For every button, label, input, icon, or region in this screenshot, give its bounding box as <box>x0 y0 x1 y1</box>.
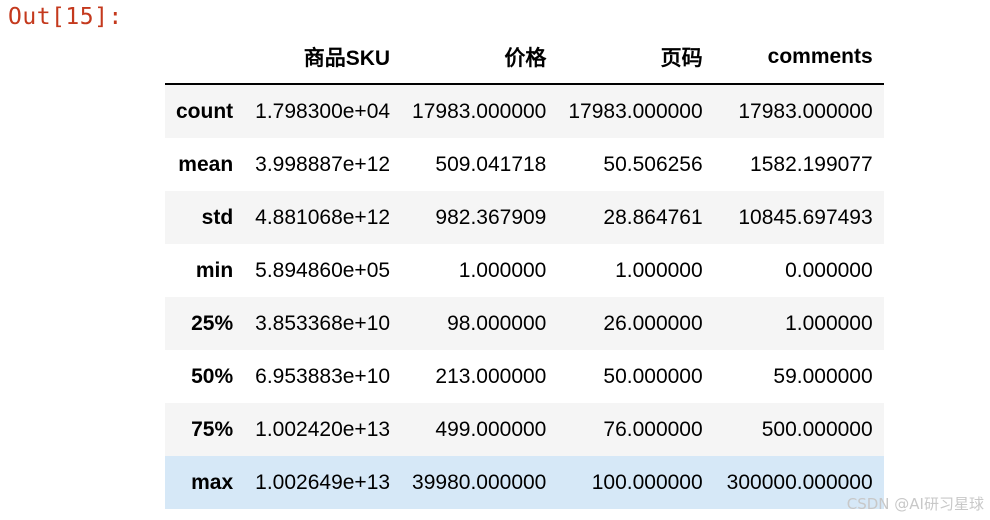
table-cell: 6.953883e+10 <box>255 364 391 388</box>
table-cell: 1.002649e+13 <box>255 470 391 494</box>
column-header-sku: 商品SKU <box>303 46 391 70</box>
table-cell: 100.000000 <box>591 470 703 494</box>
table-cell: 28.864761 <box>603 205 703 229</box>
column-header-price: 价格 <box>504 46 547 70</box>
row-index: count <box>176 99 234 123</box>
table-cell: 1.000000 <box>785 311 873 335</box>
table-cell: 17983.000000 <box>412 99 547 123</box>
column-header-comments: comments <box>767 44 873 68</box>
table-cell: 0.000000 <box>785 258 873 282</box>
table-cell: 59.000000 <box>773 364 873 388</box>
table-cell: 10845.697493 <box>738 205 873 229</box>
table-cell: 500.000000 <box>761 417 873 441</box>
table-cell: 76.000000 <box>603 417 703 441</box>
output-prompt: Out[15]: <box>8 4 123 30</box>
row-index: std <box>201 205 234 229</box>
table-cell: 1.002420e+13 <box>255 417 391 441</box>
table-cell: 509.041718 <box>435 152 547 176</box>
table-row: mean 3.998887e+12 509.041718 50.506256 1… <box>165 138 884 191</box>
table-cell: 3.853368e+10 <box>255 311 391 335</box>
table-cell: 26.000000 <box>603 311 703 335</box>
header-row: 商品SKU 价格 页码 comments <box>165 30 884 84</box>
table-row: 25% 3.853368e+10 98.000000 26.000000 1.0… <box>165 297 884 350</box>
table-cell: 982.367909 <box>435 205 547 229</box>
table-cell: 4.881068e+12 <box>255 205 391 229</box>
column-header-page: 页码 <box>660 46 703 70</box>
row-index: 75% <box>191 417 234 441</box>
row-index: 50% <box>191 364 234 388</box>
table-cell: 1.798300e+04 <box>255 99 391 123</box>
row-index: min <box>195 258 234 282</box>
table-cell: 98.000000 <box>447 311 547 335</box>
table-row: min 5.894860e+05 1.000000 1.000000 0.000… <box>165 244 884 297</box>
row-index: max <box>191 470 234 494</box>
table-cell: 499.000000 <box>435 417 547 441</box>
table-cell: 3.998887e+12 <box>255 152 391 176</box>
table-row: count 1.798300e+04 17983.000000 17983.00… <box>165 84 884 138</box>
table-cell: 1.000000 <box>615 258 703 282</box>
table-row: 75% 1.002420e+13 499.000000 76.000000 50… <box>165 403 884 456</box>
table-row: std 4.881068e+12 982.367909 28.864761 10… <box>165 191 884 244</box>
table-cell: 213.000000 <box>435 364 547 388</box>
table-row: 50% 6.953883e+10 213.000000 50.000000 59… <box>165 350 884 403</box>
table-cell: 1582.199077 <box>750 152 873 176</box>
index-header <box>165 30 244 84</box>
table-row-hovered: max 1.002649e+13 39980.000000 100.000000… <box>165 456 884 509</box>
watermark: CSDN @AI研习星球 <box>846 495 984 513</box>
table-cell: 39980.000000 <box>412 470 547 494</box>
describe-dataframe: 商品SKU 价格 页码 comments count 1.798300e+04 … <box>165 30 884 509</box>
table-cell: 5.894860e+05 <box>255 258 391 282</box>
table-cell: 1.000000 <box>458 258 547 282</box>
row-index: 25% <box>191 311 234 335</box>
table-cell: 17983.000000 <box>568 99 703 123</box>
row-index: mean <box>178 152 234 176</box>
table-cell: 17983.000000 <box>738 99 873 123</box>
table-cell: 50.000000 <box>603 364 703 388</box>
table-cell: 50.506256 <box>603 152 703 176</box>
